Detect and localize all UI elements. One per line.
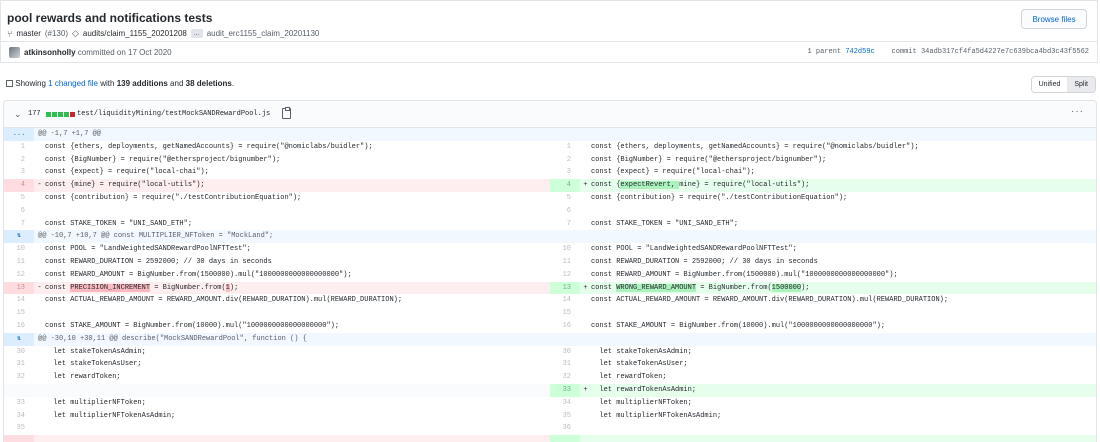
pr-link[interactable]: (#130) bbox=[45, 29, 68, 38]
copy-icon[interactable] bbox=[282, 107, 291, 119]
parent-label: 1 parent bbox=[807, 48, 842, 56]
tag-link[interactable]: audits/claim_1155_20201208 bbox=[83, 29, 187, 38]
diff-row: 35 36 bbox=[16, 424, 571, 433]
split-button[interactable]: Split bbox=[1067, 77, 1095, 92]
diff-row: 33 let multiplierNFToken; 34 let multipl… bbox=[16, 398, 692, 407]
committed-date: committed on 17 Oct 2020 bbox=[77, 48, 172, 57]
diff-row: 5 const {contribution} = require("./testC… bbox=[20, 193, 848, 202]
branch-icon: ⑂ bbox=[7, 28, 13, 39]
diff-row: 13- const PRECISION_INCREMENT = BigNumber… bbox=[4, 281, 1096, 295]
more-tags-button[interactable]: ... bbox=[190, 29, 203, 38]
tag-link-2[interactable]: audit_erc1155_claim_20201130 bbox=[207, 29, 320, 38]
expand-icon[interactable]: ⇅ bbox=[4, 230, 34, 244]
chevron-down-icon[interactable]: ⌄ bbox=[14, 109, 22, 120]
expand-up-button[interactable]: ... bbox=[4, 128, 34, 141]
diff-row: 15 15 bbox=[16, 309, 571, 318]
sha-area: 1 parent 742d59c commit 34adb317cf4fa5d4… bbox=[808, 48, 1089, 56]
unified-button[interactable]: Unified bbox=[1031, 77, 1068, 92]
diffstat-bar bbox=[46, 112, 75, 117]
additions-count: 139 additions bbox=[116, 79, 168, 88]
diff-row: 1 const {ethers, deployments, getNamedAcc… bbox=[20, 142, 919, 151]
avatar[interactable] bbox=[9, 47, 20, 58]
diff-row: 33 + let rewardTokenAsAdmin; bbox=[4, 383, 1096, 397]
diff-table: ... @@ -1,7 +1,7 @@ 1 const {ethers, depl… bbox=[4, 128, 1096, 442]
diff-row: 31 let stakeTokenAsUser; 31 let stakeTok… bbox=[16, 360, 688, 369]
collapse-icon[interactable] bbox=[6, 80, 13, 87]
branch-name[interactable]: master bbox=[16, 29, 40, 38]
commit-title: pool rewards and notifications tests bbox=[7, 11, 213, 25]
diff-row: 4- const {mine} = require("local-utils");… bbox=[4, 179, 1096, 192]
commit-meta: ⑂ master (#130) ◇ audits/claim_1155_2020… bbox=[7, 28, 319, 39]
deletions-count: 38 deletions bbox=[185, 79, 232, 88]
view-toggle: Unified Split bbox=[1030, 76, 1096, 93]
file-diff: ⌄ 177 test/liquidityMining/testMockSANDR… bbox=[3, 100, 1097, 442]
diff-row: 16 const STAKE_AMOUNT = BigNumber.from(10… bbox=[16, 321, 886, 330]
diff-row: 12 const REWARD_AMOUNT = BigNumber.from(1… bbox=[16, 270, 898, 279]
hunk-header: ⇅ @@ -10,7 +10,7 @@ const MULTIPLIER_NFT… bbox=[4, 230, 1096, 244]
diff-row: 34 let multiplierNFTokenAsAdmin; 35 let … bbox=[16, 411, 722, 420]
diff-row: 10 const POOL = "LandWeightedSANDRewardPo… bbox=[16, 245, 797, 254]
changed-files-link[interactable]: 1 changed file bbox=[48, 79, 98, 88]
diff-row: 3 const {expect} = require("local-chai");… bbox=[20, 168, 755, 177]
author-bar: atkinsonholly committed on 17 Oct 2020 1… bbox=[0, 41, 1098, 63]
diff-row: 7 const STAKE_TOKEN = "UNI_SAND_ETH"; 7 co… bbox=[20, 219, 739, 228]
change-count: 177 bbox=[28, 110, 41, 118]
expand-icon[interactable]: ⇅ bbox=[4, 332, 34, 346]
commit-header: pool rewards and notifications tests ⑂ m… bbox=[0, 0, 1098, 41]
commit-sha: 34adb317cf4fa5d4227e7c639bca4bd3c43f5562 bbox=[920, 48, 1089, 56]
file-header: ⌄ 177 test/liquidityMining/testMockSANDR… bbox=[4, 101, 1096, 128]
file-path[interactable]: test/liquidityMining/testMockSANDRewardP… bbox=[77, 110, 270, 118]
diff-row: 14 const ACTUAL_REWARD_AMOUNT = REWARD_AM… bbox=[16, 296, 949, 305]
commit-label: commit bbox=[891, 48, 917, 56]
diff-row: 2 const {BigNumber} = require("@etherspro… bbox=[20, 155, 827, 164]
parent-sha-link[interactable]: 742d59c bbox=[845, 48, 874, 56]
diff-row bbox=[4, 435, 1096, 442]
hunk-header: ⇅ @@ -30,10 +30,11 @@ describe("MockSAND… bbox=[4, 332, 1096, 346]
diff-row: 32 let rewardToken; 32 let rewardToken; bbox=[16, 373, 667, 382]
hunk-header: ... @@ -1,7 +1,7 @@ bbox=[4, 128, 1096, 141]
more-options-icon[interactable]: ··· bbox=[1071, 106, 1084, 117]
diff-row: 30 let stakeTokenAsAdmin; 30 let stakeTo… bbox=[16, 347, 692, 356]
diff-row: 11 const REWARD_DURATION = 2592000; // 30… bbox=[16, 257, 818, 266]
diff-row: 6 6 bbox=[20, 206, 571, 215]
browse-files-button[interactable]: Browse files bbox=[1021, 9, 1087, 29]
tag-icon: ◇ bbox=[71, 28, 79, 38]
author-name[interactable]: atkinsonholly bbox=[24, 48, 76, 57]
diff-summary: Showing 1 changed file with 139 addition… bbox=[0, 74, 1100, 94]
